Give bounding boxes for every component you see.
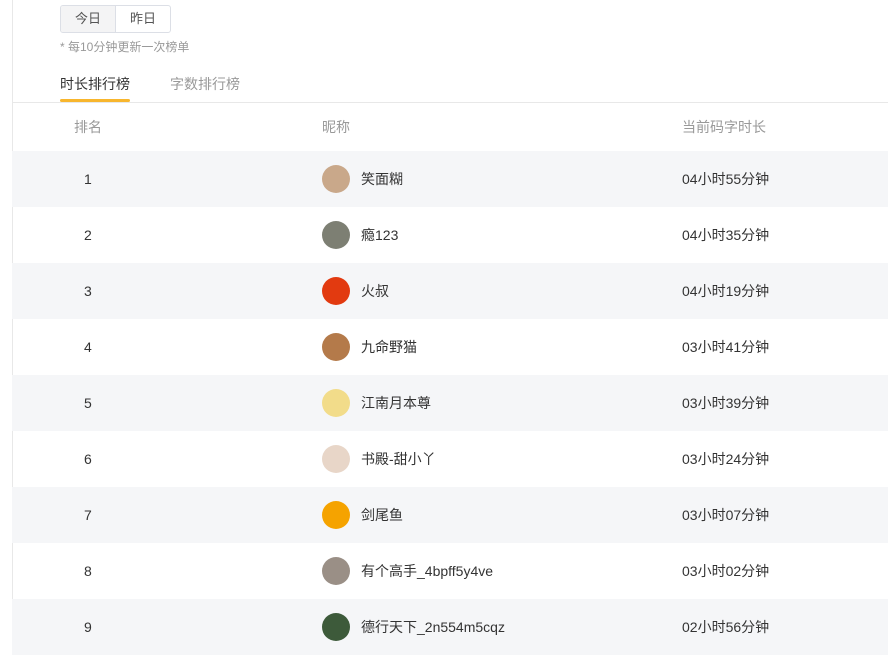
avatar[interactable] bbox=[322, 165, 350, 193]
duration: 02小时56分钟 bbox=[682, 619, 770, 635]
table-header: 排名 昵称 当前码字时长 bbox=[12, 103, 888, 151]
avatar[interactable] bbox=[322, 501, 350, 529]
nickname[interactable]: 火叔 bbox=[361, 281, 389, 301]
nickname[interactable]: 德行天下_2n554m5cqz bbox=[361, 617, 505, 637]
tab-wordcount-ranking[interactable]: 字数排行榜 bbox=[170, 74, 240, 102]
table-row: 4 九命野猫 03小时41分钟 bbox=[12, 319, 888, 375]
avatar[interactable] bbox=[322, 557, 350, 585]
user: 九命野猫 bbox=[322, 333, 682, 361]
table-row: 2 瘾123 04小时35分钟 bbox=[12, 207, 888, 263]
table-row: 5 江南月本尊 03小时39分钟 bbox=[12, 375, 888, 431]
duration: 03小时39分钟 bbox=[682, 395, 770, 411]
user: 书殿-甜小丫 bbox=[322, 445, 682, 473]
rank: 9 bbox=[84, 619, 92, 635]
yesterday-button[interactable]: 昨日 bbox=[115, 6, 170, 32]
user: 德行天下_2n554m5cqz bbox=[322, 613, 682, 641]
nickname[interactable]: 有个高手_4bpff5y4ve bbox=[361, 561, 493, 581]
duration: 03小时41分钟 bbox=[682, 339, 770, 355]
avatar[interactable] bbox=[322, 277, 350, 305]
duration: 04小时19分钟 bbox=[682, 283, 770, 299]
nickname[interactable]: 江南月本尊 bbox=[361, 393, 431, 413]
rank: 4 bbox=[84, 339, 92, 355]
nickname[interactable]: 笑面糊 bbox=[361, 169, 403, 189]
nickname[interactable]: 九命野猫 bbox=[361, 337, 417, 357]
header-duration: 当前码字时长 bbox=[682, 119, 766, 135]
ranking-table: 排名 昵称 当前码字时长 1 笑面糊 04小时55分钟 2 瘾123 04小时35… bbox=[12, 103, 888, 655]
table-row: 7 剑尾鱼 03小时07分钟 bbox=[12, 487, 888, 543]
avatar[interactable] bbox=[322, 333, 350, 361]
user: 火叔 bbox=[322, 277, 682, 305]
table-row: 3 火叔 04小时19分钟 bbox=[12, 263, 888, 319]
duration: 03小时24分钟 bbox=[682, 451, 770, 467]
user: 江南月本尊 bbox=[322, 389, 682, 417]
user: 剑尾鱼 bbox=[322, 501, 682, 529]
duration: 03小时07分钟 bbox=[682, 507, 770, 523]
rank: 7 bbox=[84, 507, 92, 523]
user: 瘾123 bbox=[322, 221, 682, 249]
user: 有个高手_4bpff5y4ve bbox=[322, 557, 682, 585]
date-filter: 今日 昨日 bbox=[60, 5, 171, 33]
rank: 3 bbox=[84, 283, 92, 299]
table-row: 9 德行天下_2n554m5cqz 02小时56分钟 bbox=[12, 599, 888, 655]
avatar[interactable] bbox=[322, 445, 350, 473]
header-nickname: 昵称 bbox=[322, 119, 350, 135]
rank: 2 bbox=[84, 227, 92, 243]
rank: 8 bbox=[84, 563, 92, 579]
avatar[interactable] bbox=[322, 221, 350, 249]
header-rank: 排名 bbox=[74, 119, 102, 135]
nickname[interactable]: 剑尾鱼 bbox=[361, 505, 403, 525]
rank: 1 bbox=[84, 171, 92, 187]
rank: 5 bbox=[84, 395, 92, 411]
user: 笑面糊 bbox=[322, 165, 682, 193]
ranking-tabs: 时长排行榜 字数排行榜 bbox=[60, 74, 240, 102]
duration: 04小时35分钟 bbox=[682, 227, 770, 243]
rank: 6 bbox=[84, 451, 92, 467]
table-row: 1 笑面糊 04小时55分钟 bbox=[12, 151, 888, 207]
update-note: * 每10分钟更新一次榜单 bbox=[60, 40, 190, 54]
duration: 03小时02分钟 bbox=[682, 563, 770, 579]
avatar[interactable] bbox=[322, 389, 350, 417]
table-row: 6 书殿-甜小丫 03小时24分钟 bbox=[12, 431, 888, 487]
table-row: 8 有个高手_4bpff5y4ve 03小时02分钟 bbox=[12, 543, 888, 599]
tab-duration-ranking[interactable]: 时长排行榜 bbox=[60, 74, 130, 102]
today-button[interactable]: 今日 bbox=[61, 6, 115, 32]
nickname[interactable]: 书殿-甜小丫 bbox=[361, 449, 436, 469]
nickname[interactable]: 瘾123 bbox=[361, 225, 398, 245]
duration: 04小时55分钟 bbox=[682, 171, 770, 187]
avatar[interactable] bbox=[322, 613, 350, 641]
